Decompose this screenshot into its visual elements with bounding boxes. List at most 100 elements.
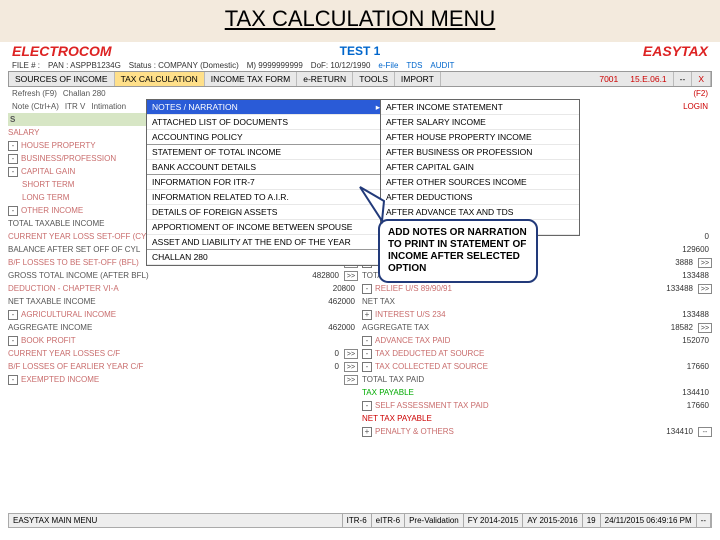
status-count: 19 xyxy=(583,514,601,527)
status-main[interactable]: EASYTAX MAIN MENU xyxy=(9,514,343,527)
menu-itform[interactable]: INCOME TAX FORM xyxy=(205,72,298,86)
go-button[interactable]: >> xyxy=(344,362,358,372)
close-button[interactable]: X xyxy=(692,72,711,86)
go-button[interactable]: >> xyxy=(698,323,712,333)
note-button[interactable]: Note (Ctrl+A) xyxy=(12,102,59,111)
info-bar: FILE # : PAN : ASPPB1234G Status : COMPA… xyxy=(8,60,712,71)
callout-tail-icon xyxy=(356,185,386,225)
menu-itr7[interactable]: INFORMATION FOR ITR-7 xyxy=(147,175,385,190)
efile-link[interactable]: e-File xyxy=(378,61,398,70)
login-link[interactable]: LOGIN xyxy=(683,102,708,111)
intimation-link[interactable]: Intimation xyxy=(91,102,126,111)
val: 482800 xyxy=(292,271,342,280)
menu-notes[interactable]: NOTES / NARRATION▸ xyxy=(147,100,385,115)
go-button[interactable]: >> xyxy=(344,349,358,359)
menu-challan280[interactable]: CHALLAN 280 xyxy=(147,250,385,265)
menu-foreign[interactable]: DETAILS OF FOREIGN ASSETS xyxy=(147,205,385,220)
menu-tax-calc[interactable]: TAX CALCULATION xyxy=(115,72,205,86)
row-cylcf[interactable]: CURRENT YEAR LOSSES C/F xyxy=(8,349,292,358)
mobile-label: M) 9999999999 xyxy=(247,61,303,70)
tds-link[interactable]: TDS xyxy=(406,61,422,70)
val: 462000 xyxy=(308,297,358,306)
row-taxpayable: TAX PAYABLE xyxy=(362,388,662,397)
sub-after-house[interactable]: AFTER HOUSE PROPERTY INCOME xyxy=(381,130,579,145)
toggle-icon[interactable]: - xyxy=(362,284,372,294)
go-button[interactable]: >> xyxy=(698,284,712,294)
sub-after-advtax[interactable]: AFTER ADVANCE TAX AND TDS xyxy=(381,205,579,220)
menu-accounting[interactable]: ACCOUNTING POLICY xyxy=(147,130,385,145)
sub-after-capgain[interactable]: AFTER CAPITAL GAIN xyxy=(381,160,579,175)
toggle-icon[interactable]: - xyxy=(362,401,372,411)
val: 0 xyxy=(292,362,342,371)
sub-after-other[interactable]: AFTER OTHER SOURCES INCOME xyxy=(381,175,579,190)
menu-apportion[interactable]: APPORTIOMENT OF INCOME BETWEEN SPOUSE xyxy=(147,220,385,235)
title-bar: ELECTROCOM TEST 1 EASYTAX xyxy=(8,42,712,60)
toggle-icon[interactable]: - xyxy=(8,141,18,151)
val: 0 xyxy=(662,232,712,241)
toggle-icon[interactable]: - xyxy=(8,206,18,216)
row-deduction[interactable]: DEDUCTION - CHAPTER VI-A xyxy=(8,284,308,293)
val: 133488 xyxy=(662,310,712,319)
go-button[interactable]: >> xyxy=(344,375,358,385)
row-exempted[interactable]: EXEMPTED INCOME xyxy=(21,375,342,384)
tax-calc-dropdown: NOTES / NARRATION▸ ATTACHED LIST OF DOCU… xyxy=(146,99,386,266)
toggle-icon[interactable]: - xyxy=(8,310,18,320)
row-tcs[interactable]: TAX COLLECTED AT SOURCE xyxy=(375,362,662,371)
file-label: FILE # : xyxy=(12,61,40,70)
val: 133488 xyxy=(646,284,696,293)
audit-link[interactable]: AUDIT xyxy=(430,61,454,70)
go-button[interactable]: >> xyxy=(698,258,712,268)
go-button[interactable]: >> xyxy=(344,271,358,281)
row-bookprofit[interactable]: BOOK PROFIT xyxy=(21,336,358,345)
row-nettax: NET TAX xyxy=(362,297,712,306)
sub-after-business[interactable]: AFTER BUSINESS OR PROFESSION xyxy=(381,145,579,160)
toggle-icon[interactable]: - xyxy=(8,336,18,346)
toggle-icon[interactable]: - xyxy=(362,349,372,359)
menu-attached[interactable]: ATTACHED LIST OF DOCUMENTS xyxy=(147,115,385,130)
menu-bar: SOURCES OF INCOME TAX CALCULATION INCOME… xyxy=(8,71,712,87)
val: 462000 xyxy=(308,323,358,332)
challan-link[interactable]: Challan 280 xyxy=(63,89,106,98)
go-button[interactable]: -- xyxy=(698,427,712,437)
row-interest[interactable]: INTEREST U/S 234 xyxy=(375,310,662,319)
menu-asset[interactable]: ASSET AND LIABILITY AT THE END OF THE YE… xyxy=(147,235,385,250)
val: 17660 xyxy=(662,401,712,410)
menu-statement[interactable]: STATEMENT OF TOTAL INCOME xyxy=(147,145,385,160)
itrv-link[interactable]: ITR V xyxy=(65,102,85,111)
toggle-icon[interactable]: + xyxy=(362,310,372,320)
toggle-icon[interactable]: - xyxy=(8,154,18,164)
row-gti: GROSS TOTAL INCOME (AFTER BFL) xyxy=(8,271,292,280)
toggle-icon[interactable]: - xyxy=(8,167,18,177)
row-tds[interactable]: TAX DEDUCTED AT SOURCE xyxy=(375,349,712,358)
menu-ereturn[interactable]: e-RETURN xyxy=(297,72,353,86)
row-relief[interactable]: RELIEF U/S 89/90/91 xyxy=(375,284,646,293)
refresh-button[interactable]: Refresh (F9) xyxy=(12,89,57,98)
row-bflcf[interactable]: B/F LOSSES OF EARLIER YEAR C/F xyxy=(8,362,292,371)
val: 20800 xyxy=(308,284,358,293)
sub-after-income[interactable]: AFTER INCOME STATEMENT xyxy=(381,100,579,115)
row-advtax[interactable]: ADVANCE TAX PAID xyxy=(375,336,662,345)
toggle-icon[interactable]: + xyxy=(362,427,372,437)
row-agri[interactable]: AGRICULTURAL INCOME xyxy=(21,310,358,319)
notes-submenu: AFTER INCOME STATEMENT AFTER SALARY INCO… xyxy=(380,99,580,236)
code-box: 7001 xyxy=(593,72,624,86)
toggle-icon[interactable]: - xyxy=(362,362,372,372)
row-penalty[interactable]: PENALTY & OTHERS xyxy=(375,427,646,436)
menu-tools[interactable]: TOOLS xyxy=(353,72,395,86)
callout: ADD NOTES OR NARRATION TO PRINT IN STATE… xyxy=(378,219,538,283)
status-prevalid: Pre-Validation xyxy=(405,514,464,527)
company-name: TEST 1 xyxy=(128,44,592,58)
menu-bank[interactable]: BANK ACCOUNT DETAILS xyxy=(147,160,385,175)
menu-sources[interactable]: SOURCES OF INCOME xyxy=(9,72,115,86)
menu-import[interactable]: IMPORT xyxy=(395,72,441,86)
row-selftax[interactable]: SELF ASSESSMENT TAX PAID xyxy=(375,401,662,410)
sub-after-deduct[interactable]: AFTER DEDUCTIONS xyxy=(381,190,579,205)
row-nettaxable: NET TAXABLE INCOME xyxy=(8,297,308,306)
toggle-icon[interactable]: - xyxy=(8,375,18,385)
row-totalpaid: TOTAL TAX PAID xyxy=(362,375,712,384)
sub-after-salary[interactable]: AFTER SALARY INCOME xyxy=(381,115,579,130)
menu-air[interactable]: INFORMATION RELATED TO A.I.R. xyxy=(147,190,385,205)
brand-right: EASYTAX xyxy=(592,43,712,59)
toggle-icon[interactable]: - xyxy=(362,336,372,346)
row-aggtax: AGGREGATE TAX xyxy=(362,323,646,332)
